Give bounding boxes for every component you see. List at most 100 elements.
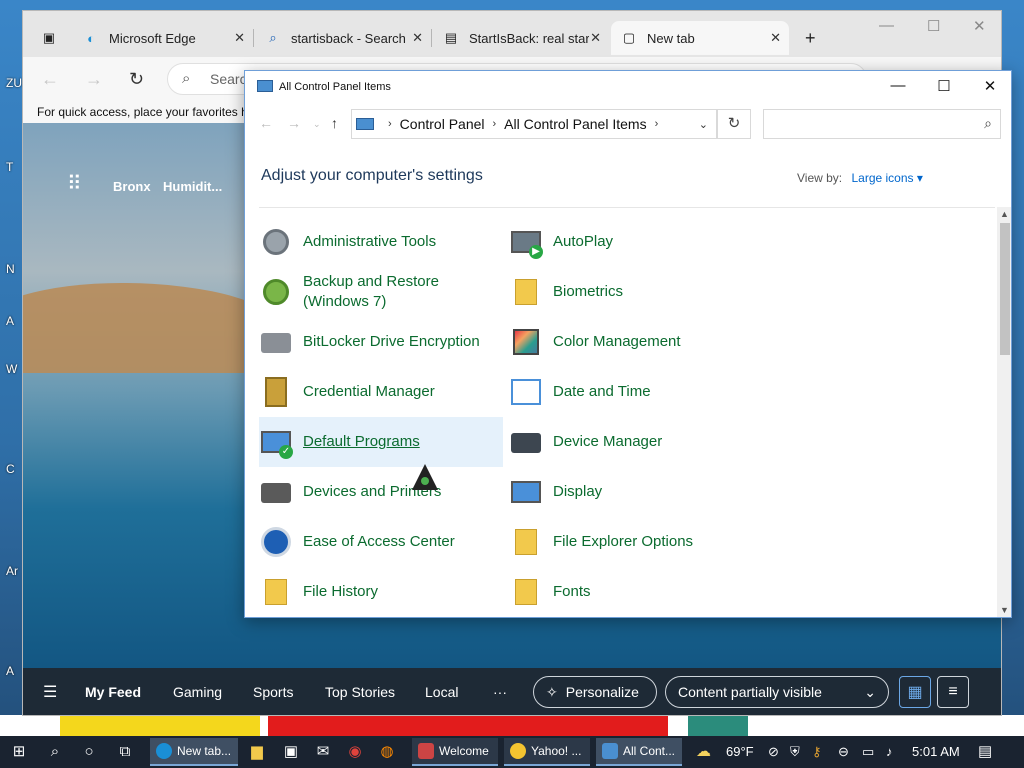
chrome-icon[interactable]: ◉ <box>344 742 366 762</box>
volume-icon[interactable]: ♪ <box>886 744 893 759</box>
desktop-label[interactable]: C <box>6 462 15 476</box>
search-input[interactable] <box>770 114 970 134</box>
minus-icon[interactable]: ⊖ <box>838 744 849 760</box>
desktop-label[interactable]: A <box>6 664 14 678</box>
monitor-icon[interactable]: ▭ <box>862 744 874 760</box>
close-icon[interactable]: ✕ <box>234 30 245 46</box>
item-color-management[interactable]: Color Management <box>509 317 753 367</box>
tab-actions-button[interactable]: ▣ <box>31 21 71 55</box>
control-panel-window: All Control Panel Items — ☐ ✕ ← → ⌄ ↑ › … <box>244 70 1012 618</box>
feed-more[interactable]: ··· <box>493 684 507 700</box>
item-backup-restore[interactable]: Backup and Restore (Windows 7) <box>259 267 503 317</box>
taskbar-yahoo[interactable]: Yahoo! ... <box>504 738 590 766</box>
close-window-icon[interactable]: ✕ <box>973 17 986 35</box>
taskbar-edge[interactable]: New tab... <box>150 738 238 766</box>
feed-gaming[interactable]: Gaming <box>173 684 222 700</box>
scroll-thumb[interactable] <box>1000 223 1010 355</box>
item-device-manager[interactable]: Device Manager <box>509 417 753 467</box>
item-file-explorer-options[interactable]: File Explorer Options <box>509 517 753 567</box>
refresh-icon: ↻ <box>727 115 741 132</box>
item-ease-of-access[interactable]: Ease of Access Center <box>259 517 503 567</box>
forward-icon[interactable]: → <box>287 115 301 131</box>
tab-new-tab[interactable]: ▢ New tab ✕ <box>611 21 789 55</box>
windows-start-icon[interactable]: ⊞ <box>8 742 30 762</box>
desktop-label[interactable]: T <box>6 160 13 174</box>
network-icon[interactable]: ⊘ <box>768 744 779 760</box>
desktop-label[interactable]: ZU <box>6 76 22 90</box>
chevron-down-icon[interactable]: ⌄ <box>699 118 708 131</box>
back-icon[interactable]: ← <box>259 115 273 131</box>
cortana-icon[interactable]: ○ <box>78 742 100 762</box>
notification-icon[interactable]: ▤ <box>978 742 992 760</box>
maximize-icon[interactable]: ☐ <box>921 77 967 95</box>
mail-icon[interactable]: ✉ <box>312 742 334 762</box>
search-box[interactable]: ⌕ <box>763 109 1001 139</box>
close-icon[interactable]: ✕ <box>770 30 781 46</box>
breadcrumb-control-panel[interactable]: Control Panel <box>400 116 485 132</box>
recent-locations-icon[interactable]: ⌄ <box>313 119 321 130</box>
item-biometrics[interactable]: Biometrics <box>509 267 753 317</box>
grid-layout-button[interactable]: ▦ <box>899 676 931 708</box>
shield-icon[interactable]: ⛨ <box>790 744 800 760</box>
temperature[interactable]: 69°F <box>726 744 754 759</box>
desktop-label[interactable]: A <box>6 314 14 328</box>
feed-local[interactable]: Local <box>425 684 458 700</box>
minimize-icon[interactable]: — <box>875 77 921 94</box>
item-fonts[interactable]: Fonts <box>509 567 753 617</box>
menu-icon[interactable]: ☰ <box>43 682 57 702</box>
scroll-down-icon[interactable]: ▼ <box>1000 605 1009 615</box>
tab-microsoft-edge[interactable]: ◐ Microsoft Edge ✕ <box>73 21 253 55</box>
clock[interactable]: 5:01 AM <box>912 744 960 759</box>
store-icon[interactable]: ▣ <box>280 742 302 762</box>
desktop-label[interactable]: N <box>6 262 15 276</box>
item-devices-printers[interactable]: Devices and Printers <box>259 467 503 517</box>
task-view-icon[interactable]: ⧉ <box>114 742 136 762</box>
view-by-dropdown[interactable]: Large icons ▾ <box>851 171 922 185</box>
item-credential-manager[interactable]: Credential Manager <box>259 367 503 417</box>
breadcrumb-all-items[interactable]: All Control Panel Items <box>504 116 646 132</box>
maximize-icon[interactable]: ☐ <box>927 17 940 35</box>
breadcrumb[interactable]: › Control Panel › All Control Panel Item… <box>351 109 717 139</box>
content-visibility-dropdown[interactable]: Content partially visible ⌄ <box>665 676 889 708</box>
refresh-icon[interactable]: ↻ <box>129 69 144 90</box>
feed-my-feed[interactable]: My Feed <box>85 684 141 700</box>
close-icon[interactable]: ✕ <box>590 30 601 46</box>
feed-sports[interactable]: Sports <box>253 684 293 700</box>
minimize-icon[interactable]: — <box>879 17 894 34</box>
list-layout-button[interactable]: ≡ <box>937 676 969 708</box>
item-display[interactable]: Display <box>509 467 753 517</box>
taskbar-control-panel[interactable]: All Cont... <box>596 738 682 766</box>
tab-startisback-page[interactable]: ▤ StartIsBack: real start ✕ <box>433 21 609 55</box>
up-icon[interactable]: ↑ <box>331 115 338 131</box>
personalize-button[interactable]: ✧ Personalize <box>533 676 657 708</box>
vertical-scrollbar[interactable]: ▲ ▼ <box>997 207 1011 617</box>
item-administrative-tools[interactable]: Administrative Tools <box>259 217 503 267</box>
app-launcher-icon[interactable]: ⠿ <box>67 171 82 196</box>
file-explorer-icon[interactable]: ▆ <box>246 742 268 762</box>
item-file-history[interactable]: File History <box>259 567 503 617</box>
close-window-icon[interactable]: ✕ <box>967 77 1011 95</box>
scroll-up-icon[interactable]: ▲ <box>1000 209 1009 219</box>
tab-startisback-search[interactable]: ⌕ startisback - Search ✕ <box>255 21 431 55</box>
desktop-label[interactable]: W <box>6 362 17 376</box>
new-tab-button[interactable]: + <box>795 21 829 55</box>
firefox-icon[interactable]: ◍ <box>376 742 398 762</box>
weather-humidity[interactable]: Humidit... <box>163 179 222 194</box>
close-icon[interactable]: ✕ <box>412 30 423 46</box>
date-time-icon <box>509 375 543 409</box>
item-default-programs[interactable]: ✓ Default Programs <box>259 417 503 467</box>
item-autoplay[interactable]: ▶ AutoPlay <box>509 217 753 267</box>
taskbar-welcome[interactable]: Welcome <box>412 738 498 766</box>
feed-top-stories[interactable]: Top Stories <box>325 684 395 700</box>
item-bitlocker[interactable]: BitLocker Drive Encryption <box>259 317 503 367</box>
weather-icon[interactable]: ☁ <box>696 742 711 760</box>
forward-icon[interactable]: → <box>85 69 103 90</box>
desktop-label[interactable]: Ar <box>6 564 18 578</box>
weather-location[interactable]: Bronx <box>113 179 151 194</box>
search-icon[interactable]: ⌕ <box>44 742 66 762</box>
chevron-down-icon: ⌄ <box>864 683 876 700</box>
key-icon[interactable]: ⚷ <box>812 744 822 760</box>
item-date-time[interactable]: Date and Time <box>509 367 753 417</box>
refresh-button[interactable]: ↻ <box>717 109 751 139</box>
back-icon[interactable]: ← <box>41 69 59 90</box>
